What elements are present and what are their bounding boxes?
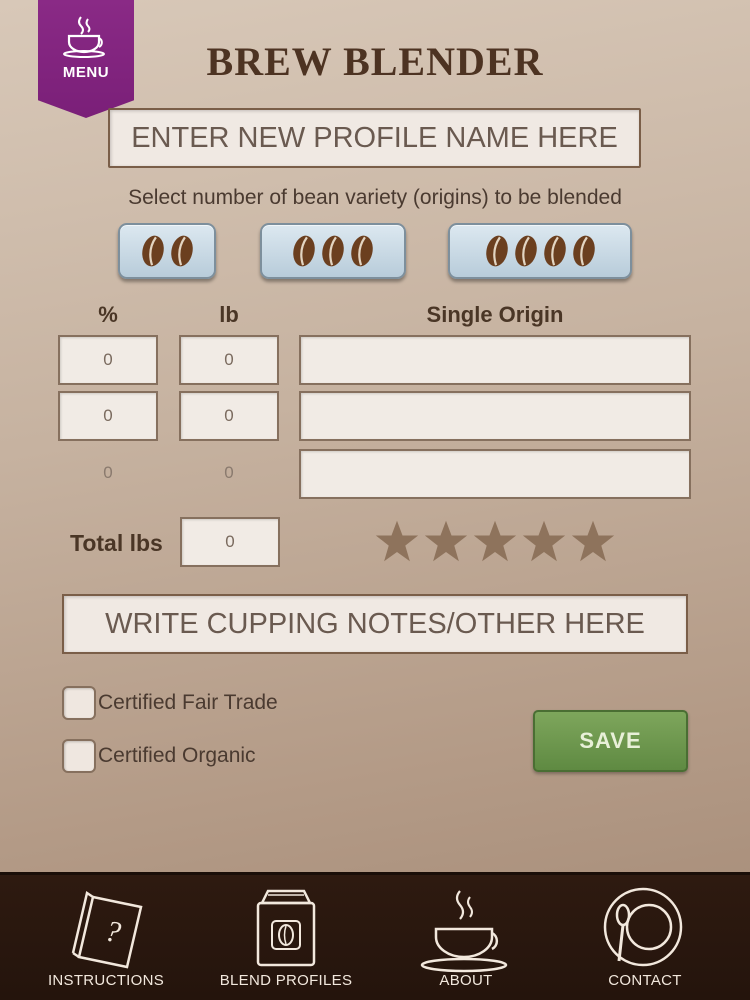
coffee-bag-icon [256,889,316,967]
coffee-bean-icon [572,235,595,267]
profile-name-input[interactable]: ENTER NEW PROFILE NAME HERE [108,108,641,168]
tab-blend-profiles[interactable]: BLEND PROFILES [196,875,376,1000]
star-icon[interactable] [570,518,616,564]
tab-about[interactable]: ABOUT [376,875,556,1000]
origin-field-3[interactable] [299,449,691,499]
percent-field-1[interactable]: 0 [58,335,158,385]
fair-trade-option[interactable]: Certified Fair Trade [62,686,278,720]
app-title: BREW BLENDER [206,39,544,84]
svg-text:?: ? [102,914,124,949]
tab-blend-profiles-label: BLEND PROFILES [219,972,353,989]
bean-variety-caption: Select number of bean variety (origins) … [128,186,622,209]
cupping-notes-input[interactable]: WRITE CUPPING NOTES/OTHER HERE [62,594,688,654]
lb-field-1[interactable]: 0 [179,335,279,385]
coffee-bean-icon [543,235,566,267]
bottom-tab-bar: ? INSTRUCTIONS BLEND PROFILES ABOUT CONT… [0,872,750,1000]
coffee-bean-icon [322,235,344,267]
four-beans-button[interactable] [448,223,632,279]
total-lbs-label: Total lbs [70,530,163,556]
rating-stars [374,518,616,564]
lb-value-3: 0 [224,463,234,482]
three-beans-button[interactable] [260,223,406,279]
tab-instructions-label: INSTRUCTIONS [47,972,165,989]
percent-value-3: 0 [103,463,113,482]
percent-field-2[interactable]: 0 [58,391,158,441]
origin-field-1[interactable] [299,335,691,385]
organic-label: Certified Organic [98,744,256,767]
two-beans-button[interactable] [118,223,216,279]
single-origin-header: Single Origin [426,302,564,327]
coffee-bean-icon [351,235,373,267]
fair-trade-checkbox[interactable] [62,686,96,720]
coffee-bean-icon [293,235,315,267]
coffee-bean-icon [514,235,537,267]
star-icon[interactable] [472,518,518,564]
total-lbs-field[interactable]: 0 [180,517,280,567]
star-icon[interactable] [374,518,420,564]
star-icon[interactable] [423,518,469,564]
star-icon[interactable] [521,518,567,564]
lb-field-2[interactable]: 0 [179,391,279,441]
organic-option[interactable]: Certified Organic [62,739,256,773]
tab-contact[interactable]: CONTACT [555,875,735,1000]
tab-instructions[interactable]: ? INSTRUCTIONS [16,875,196,1000]
percent-header: % [98,302,118,327]
tab-contact-label: CONTACT [608,972,682,989]
lb-header: lb [219,302,239,327]
book-question-icon: ? [71,890,143,969]
save-button[interactable]: SAVE [533,710,688,772]
fair-trade-label: Certified Fair Trade [98,691,278,714]
coffee-bean-icon [141,235,164,267]
origin-field-2[interactable] [299,391,691,441]
plate-spoon-icon [603,887,683,967]
tab-about-label: ABOUT [439,972,493,989]
steaming-cup-icon [420,890,508,973]
coffee-bean-icon [485,235,508,267]
coffee-bean-icon [170,235,193,267]
organic-checkbox[interactable] [62,739,96,773]
